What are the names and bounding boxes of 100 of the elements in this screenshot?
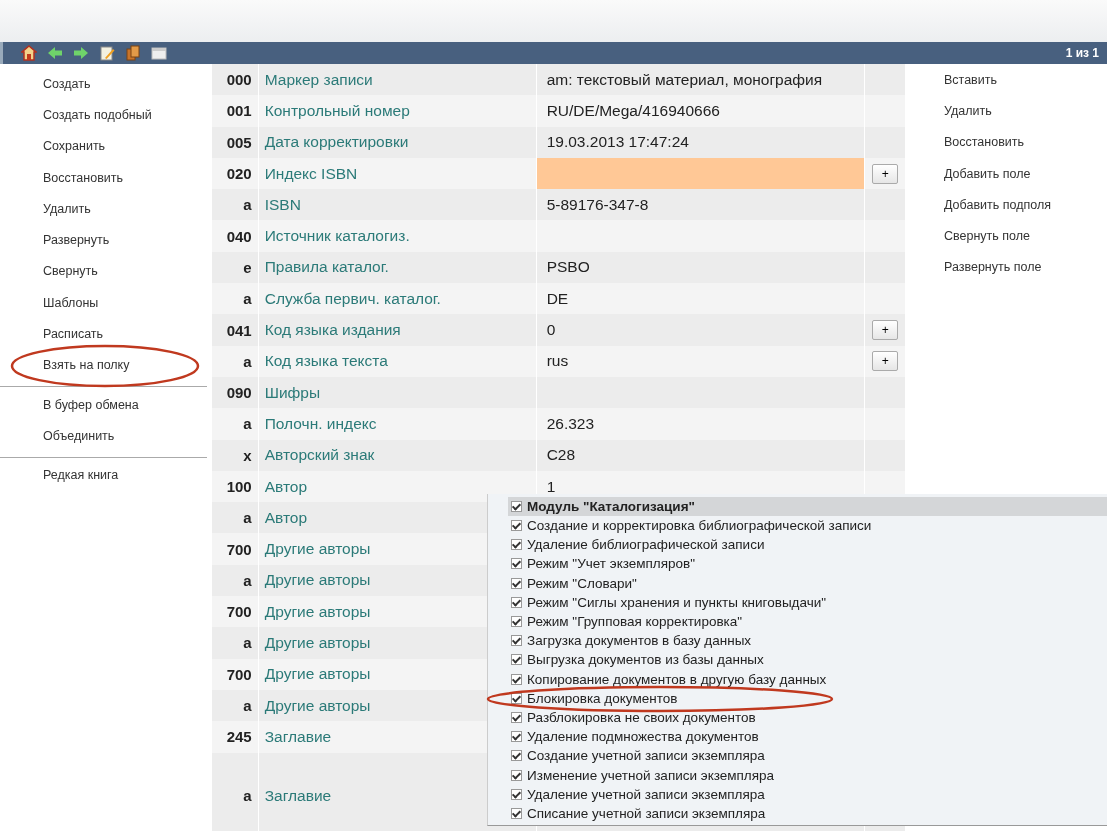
checkbox[interactable] bbox=[511, 558, 522, 570]
field-label[interactable]: Индекс ISBN bbox=[264, 164, 358, 183]
field-code: 700 bbox=[225, 665, 253, 683]
add-button[interactable]: + bbox=[872, 320, 899, 340]
menu-item[interactable]: Редкая книга bbox=[43, 468, 119, 483]
field-label[interactable]: Другие авторы bbox=[264, 540, 371, 559]
field-code: a bbox=[242, 787, 253, 805]
field-label[interactable]: Заглавие bbox=[264, 727, 332, 746]
field-label[interactable]: Контрольный номер bbox=[264, 101, 410, 120]
menu-item[interactable]: Расписать bbox=[43, 327, 104, 341]
field-label[interactable]: Автор bbox=[264, 508, 308, 527]
menu-item[interactable]: Свернуть поле bbox=[944, 220, 1051, 252]
menu-item[interactable]: Удалить bbox=[43, 201, 91, 216]
menu-item[interactable]: Восстановить bbox=[43, 170, 124, 185]
field-label[interactable]: Другие авторы bbox=[264, 571, 371, 590]
field-value[interactable]: rus bbox=[546, 352, 569, 371]
add-button[interactable]: + bbox=[872, 163, 899, 184]
checkbox[interactable] bbox=[511, 711, 522, 723]
checkbox[interactable] bbox=[511, 769, 522, 781]
menu-item[interactable]: Создать bbox=[43, 76, 91, 91]
checkbox[interactable] bbox=[511, 731, 522, 743]
menu-item[interactable]: Создать подобный bbox=[43, 107, 152, 122]
menu-item[interactable]: Сохранить bbox=[43, 139, 106, 154]
field-code: 700 bbox=[225, 540, 253, 558]
menu-item[interactable]: Шаблоны bbox=[43, 295, 99, 310]
checkbox[interactable] bbox=[511, 539, 522, 551]
menu-item[interactable]: Объединить bbox=[43, 428, 115, 443]
checkbox[interactable] bbox=[511, 577, 522, 589]
field-label[interactable]: ISBN bbox=[264, 195, 301, 214]
field-label[interactable]: Авторский знак bbox=[264, 446, 375, 465]
field-label[interactable]: Другие авторы bbox=[264, 665, 371, 684]
field-value[interactable]: RU/DE/Mega/416940666 bbox=[546, 101, 720, 120]
checkbox[interactable] bbox=[511, 673, 522, 685]
field-label[interactable]: Маркер записи bbox=[264, 70, 373, 89]
field-value[interactable]: 1 bbox=[546, 477, 556, 496]
field-code: a bbox=[242, 571, 253, 589]
right-arrow-icon[interactable] bbox=[73, 45, 89, 61]
field-label[interactable]: Дата корректировки bbox=[264, 133, 409, 152]
field-value[interactable]: PSBO bbox=[546, 258, 590, 277]
field-label[interactable]: Код языка текста bbox=[264, 352, 388, 371]
field-code: 100 bbox=[225, 478, 253, 495]
permission-label: Разблокировка не своих документов bbox=[527, 709, 756, 725]
left-arrow-icon[interactable] bbox=[47, 45, 63, 61]
menu-item[interactable]: Развернуть поле bbox=[944, 251, 1051, 284]
menu-item[interactable]: В буфер обмена bbox=[43, 397, 139, 412]
menu-item[interactable]: Удалить bbox=[944, 95, 1051, 127]
checkbox[interactable] bbox=[511, 635, 522, 647]
checkbox[interactable] bbox=[511, 692, 522, 704]
permission-label: Удаление подмножества документов bbox=[527, 729, 759, 745]
field-code: a bbox=[242, 196, 253, 214]
field-code: a bbox=[242, 290, 253, 308]
field-label[interactable]: Автор bbox=[264, 477, 308, 496]
checkbox[interactable] bbox=[511, 807, 522, 819]
field-label[interactable]: Другие авторы bbox=[264, 634, 371, 652]
notepad-pencil-icon[interactable] bbox=[99, 45, 115, 61]
field-code: a bbox=[242, 415, 253, 433]
field-value[interactable]: 19.03.2013 17:47:24 bbox=[546, 133, 689, 152]
checkbox[interactable] bbox=[511, 501, 522, 512]
permission-label: Выгрузка документов из базы данных bbox=[527, 652, 764, 668]
permission-label: Создание учетной записи экземпляра bbox=[527, 748, 765, 764]
checkbox[interactable] bbox=[511, 596, 522, 608]
menu-item[interactable]: Добавить поле bbox=[944, 157, 1051, 190]
checkbox[interactable] bbox=[511, 654, 522, 666]
copies-icon[interactable] bbox=[125, 45, 141, 61]
permission-label: Копирование документов в другую базу данных bbox=[527, 671, 827, 687]
house-icon[interactable] bbox=[21, 45, 37, 61]
menu-item[interactable]: Вставить bbox=[944, 64, 1051, 96]
checkbox[interactable] bbox=[511, 750, 522, 762]
menu-item[interactable]: Восстановить bbox=[944, 126, 1051, 158]
field-value[interactable]: 0 bbox=[546, 321, 556, 339]
field-value[interactable]: DE bbox=[546, 289, 569, 308]
permission-label: Режим "Сиглы хранения и пункты книговыдачи" bbox=[527, 594, 827, 610]
field-code: 005 bbox=[225, 133, 253, 151]
field-label[interactable]: Правила каталог. bbox=[264, 258, 389, 277]
field-code: 020 bbox=[225, 165, 253, 183]
field-value[interactable]: 26.323 bbox=[546, 414, 595, 433]
checkbox[interactable] bbox=[511, 520, 522, 532]
field-label[interactable]: Источник каталогиз. bbox=[264, 227, 410, 246]
checkbox[interactable] bbox=[511, 616, 522, 628]
field-code: 245 bbox=[225, 728, 253, 746]
field-label[interactable]: Полочн. индекс bbox=[264, 414, 377, 433]
field-label[interactable]: Другие авторы bbox=[264, 696, 371, 715]
checkbox[interactable] bbox=[511, 788, 522, 800]
field-label[interactable]: Шифры bbox=[264, 383, 321, 402]
field-value[interactable]: am: текстовый материал, монография bbox=[546, 70, 823, 89]
field-code: e bbox=[242, 258, 253, 276]
field-label[interactable]: Другие авторы bbox=[264, 602, 371, 621]
add-button[interactable]: + bbox=[872, 351, 899, 372]
field-label[interactable]: Код языка издания bbox=[264, 321, 401, 339]
field-label[interactable]: Служба первич. каталог. bbox=[264, 289, 441, 308]
field-code: a bbox=[242, 352, 253, 370]
menu-item[interactable]: Свернуть bbox=[43, 264, 98, 279]
menu-item[interactable]: Добавить подполя bbox=[944, 189, 1051, 221]
field-value[interactable]: 5-89176-347-8 bbox=[546, 195, 649, 214]
menu-item[interactable]: Развернуть bbox=[43, 233, 110, 248]
menu-item[interactable]: Взять на полку bbox=[43, 358, 130, 373]
field-value[interactable]: C28 bbox=[546, 446, 576, 465]
field-label[interactable]: Заглавие bbox=[264, 786, 332, 805]
highlighted-value-field[interactable] bbox=[535, 157, 865, 190]
window-icon[interactable] bbox=[151, 45, 167, 61]
